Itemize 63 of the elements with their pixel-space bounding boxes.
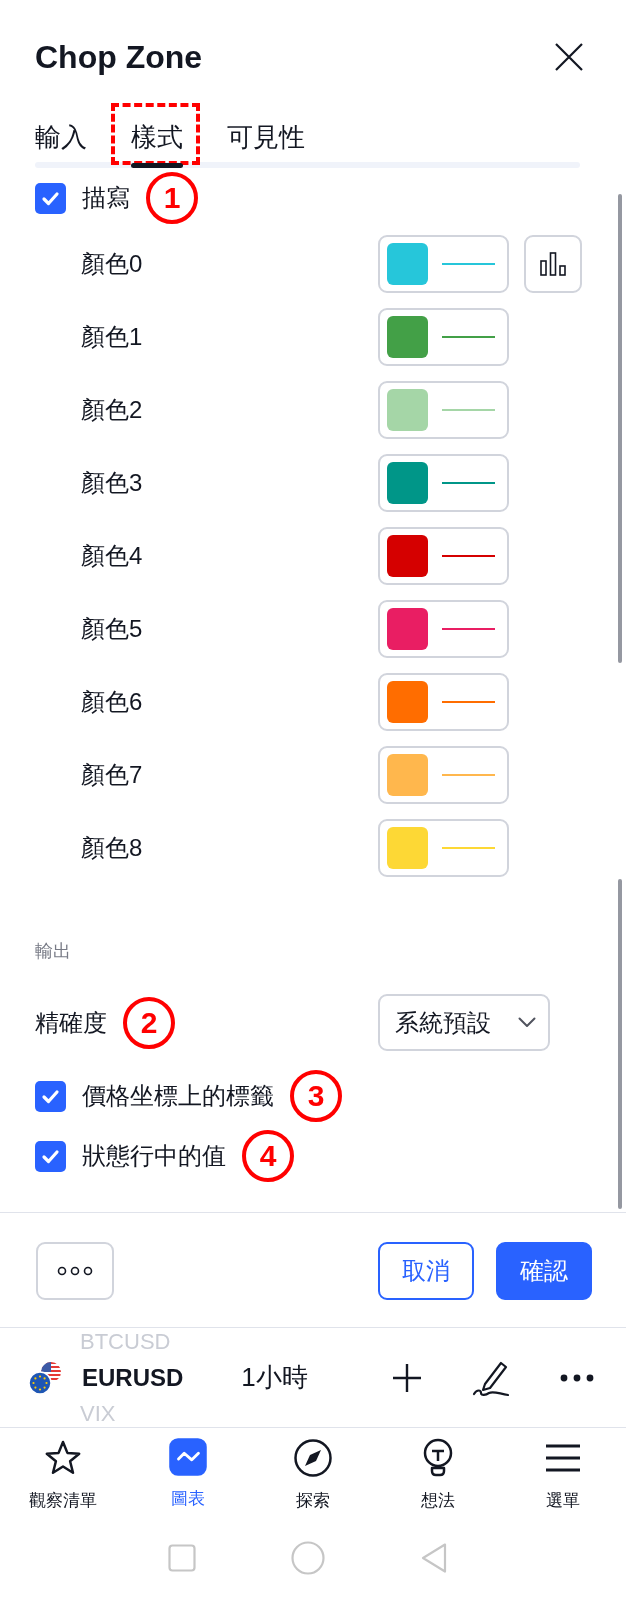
tab[interactable]: 輸入	[35, 121, 87, 153]
color-picker-button[interactable]	[378, 308, 509, 366]
checkbox-label: 描寫	[82, 183, 130, 213]
checkbox[interactable]	[35, 1080, 66, 1112]
nav-tab[interactable]: 想法	[375, 1438, 501, 1525]
color-label: 顏色8	[81, 833, 143, 863]
color-picker-button[interactable]	[378, 454, 509, 512]
more-dots-icon[interactable]	[560, 1373, 594, 1382]
tab[interactable]: 樣式	[131, 121, 183, 153]
cancel-button[interactable]: 取消	[378, 1242, 474, 1300]
annotation-marker: 1	[146, 172, 198, 224]
chart-icon[interactable]	[168, 1438, 207, 1476]
color-picker-button[interactable]	[378, 819, 509, 877]
color-picker-button[interactable]	[378, 235, 509, 293]
precision-label: 精確度	[35, 1007, 107, 1038]
chevron-down-icon[interactable]	[518, 1017, 536, 1028]
color-label: 顏色3	[81, 468, 143, 498]
tab[interactable]: 可見性	[227, 121, 305, 153]
line-preview-icon	[442, 774, 495, 776]
precision-dropdown[interactable]: 系統預設	[378, 994, 550, 1051]
color-label: 顏色4	[81, 541, 143, 571]
line-preview-icon	[442, 482, 495, 484]
line-preview-icon	[442, 628, 495, 630]
section-heading: 輸出	[35, 941, 71, 961]
checkbox-label: 狀態行中的值	[82, 1141, 226, 1171]
line-preview-icon	[442, 555, 495, 557]
annotation-marker: 4	[242, 1130, 294, 1182]
close-icon[interactable]	[555, 43, 583, 71]
nav-tab[interactable]: 選單	[500, 1438, 626, 1525]
color-label: 顏色7	[81, 760, 143, 790]
dialog-title: Chop Zone	[35, 38, 203, 76]
confirm-button[interactable]: 確認	[496, 1242, 592, 1300]
color-label: 顏色6	[81, 687, 143, 717]
line-preview-icon	[442, 336, 495, 338]
color-picker-button[interactable]	[378, 600, 509, 658]
color-picker-button[interactable]	[378, 673, 509, 731]
line-preview-icon	[442, 263, 495, 265]
color-picker-button[interactable]	[378, 527, 509, 585]
plus-icon[interactable]	[392, 1362, 422, 1393]
symbol-name[interactable]: EURUSD	[82, 1359, 184, 1396]
dots-icon[interactable]	[57, 1266, 93, 1276]
color-label: 顏色1	[81, 322, 143, 352]
nav-tab[interactable]: 探索	[250, 1438, 376, 1525]
plot-style-button[interactable]	[524, 235, 582, 293]
line-preview-icon	[442, 847, 495, 849]
color-picker-button[interactable]	[378, 381, 509, 439]
annotation-marker: 3	[290, 1070, 342, 1122]
line-preview-icon	[442, 409, 495, 411]
checkbox[interactable]	[35, 1140, 66, 1172]
checkbox-label: 價格坐標上的標籤	[82, 1081, 274, 1111]
compass-icon[interactable]	[293, 1438, 333, 1478]
flag-icon	[28, 1360, 62, 1395]
annotation-marker: 2	[123, 996, 175, 1049]
color-label: 顏色2	[81, 395, 143, 425]
line-preview-icon	[442, 701, 495, 703]
nav-tab[interactable]: 圖表	[125, 1438, 251, 1525]
color-label: 顏色5	[81, 614, 143, 644]
interval-selector[interactable]: 1小時	[241, 1358, 308, 1397]
color-label: 顏色0	[81, 249, 143, 279]
bar-chart-icon[interactable]	[540, 252, 566, 276]
nav-tab[interactable]: 觀察清單	[0, 1438, 126, 1525]
color-picker-button[interactable]	[378, 746, 509, 804]
checkbox[interactable]	[35, 182, 66, 214]
